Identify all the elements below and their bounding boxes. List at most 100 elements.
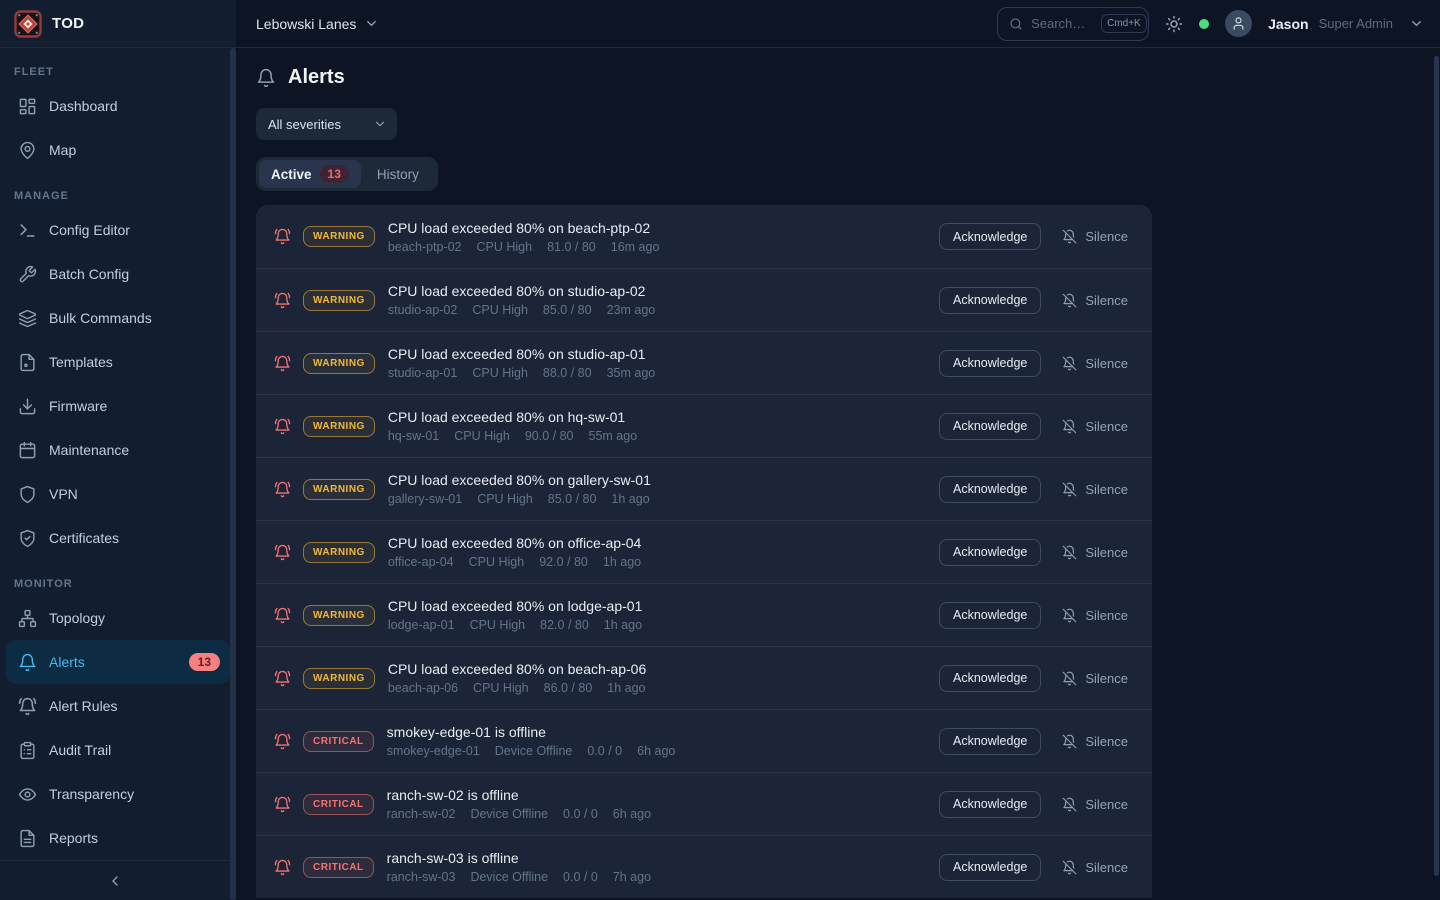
sidebar-item-label: Map [49, 142, 76, 158]
silence-button[interactable]: Silence [1062, 229, 1128, 244]
alert-text: CPU load exceeded 80% on hq-sw-01 hq-sw-… [388, 409, 939, 443]
brand-logo-icon [14, 10, 42, 38]
alert-row: WARNING CPU load exceeded 80% on hq-sw-0… [256, 394, 1152, 457]
silence-button[interactable]: Silence [1062, 608, 1128, 623]
sidebar-item-reports[interactable]: Reports [6, 816, 230, 860]
search-shortcut-badge: Cmd+K [1101, 14, 1147, 33]
silence-button[interactable]: Silence [1062, 419, 1128, 434]
alerts-tabs: Active 13 History [256, 157, 438, 191]
bell-off-icon [1062, 293, 1077, 308]
tab-history[interactable]: History [361, 160, 435, 188]
sidebar-item-alerts[interactable]: Alerts 13 [6, 640, 230, 684]
acknowledge-button[interactable]: Acknowledge [939, 287, 1041, 314]
sidebar-item-topology[interactable]: Topology [6, 596, 230, 640]
acknowledge-button[interactable]: Acknowledge [939, 223, 1041, 250]
download-icon [18, 397, 37, 416]
avatar[interactable] [1225, 10, 1252, 37]
alert-text: smokey-edge-01 is offline smokey-edge-01… [387, 724, 939, 758]
sidebar-item-maintenance[interactable]: Maintenance [6, 428, 230, 472]
tab-active-label: Active [271, 167, 312, 182]
silence-label: Silence [1085, 229, 1128, 244]
alert-row: WARNING CPU load exceeded 80% on studio-… [256, 331, 1152, 394]
sun-icon[interactable] [1165, 15, 1183, 33]
alert-value: 92.0 / 80 [539, 555, 588, 569]
bell-ring-icon [274, 544, 291, 561]
sidebar-item-batch-config[interactable]: Batch Config [6, 252, 230, 296]
severity-badge: WARNING [303, 542, 375, 563]
sidebar-item-firmware[interactable]: Firmware [6, 384, 230, 428]
search-input[interactable] [1031, 16, 1093, 31]
acknowledge-button[interactable]: Acknowledge [939, 476, 1041, 503]
sidebar-item-alert-rules[interactable]: Alert Rules [6, 684, 230, 728]
bell-icon [18, 653, 37, 672]
chevron-down-icon[interactable] [1409, 16, 1424, 31]
alert-row: WARNING CPU load exceeded 80% on lodge-a… [256, 583, 1152, 646]
sidebar-item-bulk-commands[interactable]: Bulk Commands [6, 296, 230, 340]
alert-title: ranch-sw-03 is offline [387, 850, 939, 866]
alert-time: 55m ago [589, 429, 638, 443]
alert-text: CPU load exceeded 80% on beach-ap-06 bea… [388, 661, 939, 695]
alert-meta: ranch-sw-02 Device Offline 0.0 / 0 6h ag… [387, 807, 939, 821]
wrench-icon [18, 265, 37, 284]
page-scrollbar[interactable] [1434, 56, 1439, 876]
sidebar-item-transparency[interactable]: Transparency [6, 772, 230, 816]
alert-time: 1h ago [604, 618, 642, 632]
alerts-count-badge: 13 [189, 653, 220, 671]
sidebar: TOD Fleet Dashboard Map Manage Config Ed… [0, 0, 236, 900]
severity-filter-select[interactable]: All severities [256, 108, 397, 140]
sidebar-item-templates[interactable]: Templates [6, 340, 230, 384]
sidebar-item-certificates[interactable]: Certificates [6, 516, 230, 560]
bell-off-icon [1062, 482, 1077, 497]
alert-rule: CPU High [473, 681, 529, 695]
silence-button[interactable]: Silence [1062, 671, 1128, 686]
bell-icon [256, 68, 276, 88]
sidebar-item-vpn[interactable]: VPN [6, 472, 230, 516]
severity-badge: WARNING [303, 226, 375, 247]
acknowledge-button[interactable]: Acknowledge [939, 413, 1041, 440]
severity-badge: CRITICAL [303, 857, 374, 878]
bell-off-icon [1062, 356, 1077, 371]
sidebar-item-dashboard[interactable]: Dashboard [6, 84, 230, 128]
acknowledge-button[interactable]: Acknowledge [939, 602, 1041, 629]
sidebar-item-map[interactable]: Map [6, 128, 230, 172]
silence-button[interactable]: Silence [1062, 797, 1128, 812]
sidebar-collapse-button[interactable] [0, 860, 230, 900]
acknowledge-button[interactable]: Acknowledge [939, 350, 1041, 377]
acknowledge-button[interactable]: Acknowledge [939, 791, 1041, 818]
acknowledge-button[interactable]: Acknowledge [939, 665, 1041, 692]
org-switcher[interactable]: Lebowski Lanes [256, 16, 379, 32]
search-box[interactable]: Cmd+K [997, 7, 1149, 41]
alert-time: 1h ago [607, 681, 645, 695]
alert-rule: CPU High [470, 618, 526, 632]
bell-off-icon [1062, 419, 1077, 434]
sidebar-item-label: Dashboard [49, 98, 118, 114]
sidebar-item-audit-trail[interactable]: Audit Trail [6, 728, 230, 772]
silence-button[interactable]: Silence [1062, 482, 1128, 497]
silence-button[interactable]: Silence [1062, 356, 1128, 371]
acknowledge-button[interactable]: Acknowledge [939, 728, 1041, 755]
silence-button[interactable]: Silence [1062, 734, 1128, 749]
acknowledge-button[interactable]: Acknowledge [939, 539, 1041, 566]
acknowledge-button[interactable]: Acknowledge [939, 854, 1041, 881]
silence-button[interactable]: Silence [1062, 293, 1128, 308]
silence-button[interactable]: Silence [1062, 860, 1128, 875]
nav-section-monitor: Monitor [6, 578, 230, 590]
tab-active[interactable]: Active 13 [259, 160, 361, 188]
alert-time: 35m ago [607, 366, 656, 380]
search-icon [1009, 17, 1023, 31]
alert-device: gallery-sw-01 [388, 492, 462, 506]
silence-label: Silence [1085, 356, 1128, 371]
alert-row: WARNING CPU load exceeded 80% on office-… [256, 520, 1152, 583]
alert-rule: CPU High [469, 555, 525, 569]
calendar-icon [18, 441, 37, 460]
bell-ring-icon [274, 481, 291, 498]
sidebar-item-config-editor[interactable]: Config Editor [6, 208, 230, 252]
alert-value: 90.0 / 80 [525, 429, 574, 443]
sidebar-scrollbar[interactable] [230, 48, 236, 900]
silence-label: Silence [1085, 608, 1128, 623]
alert-device: hq-sw-01 [388, 429, 439, 443]
silence-button[interactable]: Silence [1062, 545, 1128, 560]
bell-ring-icon [274, 355, 291, 372]
severity-filter-value: All severities [268, 117, 365, 132]
user-icon [1231, 16, 1246, 31]
